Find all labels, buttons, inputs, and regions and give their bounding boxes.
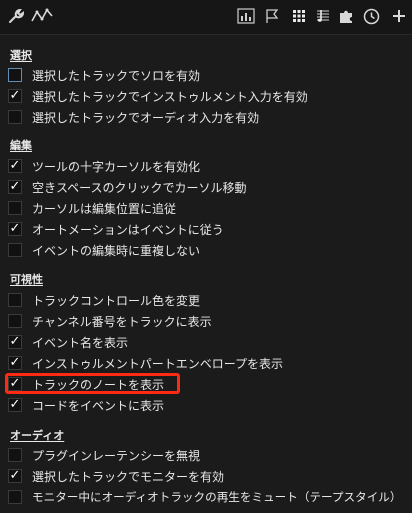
- checkbox[interactable]: [8, 448, 22, 462]
- checkmark-icon: ✓: [9, 158, 21, 173]
- option-label: 選択したトラックでオーディオ入力を有効: [32, 110, 260, 125]
- clock-icon[interactable]: [361, 6, 381, 26]
- option-label: 選択したトラックでモニターを有効: [32, 469, 225, 484]
- checkbox[interactable]: [8, 293, 22, 307]
- checkbox[interactable]: [8, 243, 22, 257]
- section-header-selection: 選択: [10, 49, 32, 62]
- option-label: トラックコントロール色を変更: [32, 293, 201, 308]
- option-instrument-part-envelope[interactable]: ✓ インストゥルメントパートエンベロープを表示: [8, 353, 408, 373]
- curve-icon[interactable]: [30, 6, 54, 26]
- plus-icon[interactable]: [389, 6, 409, 26]
- option-channel-number[interactable]: チャンネル番号をトラックに表示: [8, 311, 408, 331]
- checkbox[interactable]: ✓: [8, 469, 22, 483]
- option-label: モニター中にオーディオトラックの再生をミュート（テープスタイル）: [32, 490, 402, 504]
- option-show-track-notes[interactable]: ✓ トラックのノートを表示: [8, 374, 408, 394]
- wrench-icon[interactable]: [6, 6, 26, 26]
- option-label: インストゥルメントパートエンベロープを表示: [32, 356, 284, 371]
- checkbox[interactable]: [8, 68, 22, 82]
- option-label: ツールの十字カーソルを有効化: [32, 159, 201, 174]
- checkmark-icon: ✓: [9, 376, 21, 391]
- checkbox[interactable]: ✓: [8, 222, 22, 236]
- checkbox[interactable]: ✓: [8, 89, 22, 103]
- option-ignore-plugin-latency[interactable]: プラグインレーテンシーを無視: [8, 445, 408, 465]
- checkbox[interactable]: [8, 110, 22, 124]
- grid-icon[interactable]: [289, 6, 309, 26]
- checkmark-icon: ✓: [9, 221, 21, 236]
- option-label: トラックのノートを表示: [32, 377, 165, 392]
- option-no-overlap-edit[interactable]: イベントの編集時に重複しない: [8, 240, 408, 260]
- option-label: イベント名を表示: [32, 335, 129, 350]
- checkmark-icon: ✓: [9, 397, 21, 412]
- option-crosshair-cursor[interactable]: ✓ ツールの十字カーソルを有効化: [8, 156, 408, 176]
- checkbox[interactable]: ✓: [8, 398, 22, 412]
- checkmark-icon: ✓: [9, 179, 21, 194]
- score-icon[interactable]: [313, 6, 333, 26]
- checkbox[interactable]: [8, 314, 22, 328]
- option-audio-input[interactable]: 選択したトラックでオーディオ入力を有効: [8, 107, 408, 127]
- option-label: 空きスペースのクリックでカーソル移動: [32, 180, 247, 195]
- checkbox[interactable]: ✓: [8, 159, 22, 173]
- option-label: コードをイベントに表示: [32, 398, 165, 413]
- checkbox[interactable]: [8, 201, 22, 215]
- option-label: プラグインレーテンシーを無視: [32, 448, 201, 463]
- flag-icon[interactable]: [262, 6, 282, 26]
- option-cursor-follows-edit[interactable]: カーソルは編集位置に追従: [8, 198, 408, 218]
- checkbox[interactable]: ✓: [8, 335, 22, 349]
- puzzle-icon[interactable]: [336, 6, 356, 26]
- option-track-control-color[interactable]: トラックコントロール色を変更: [8, 290, 408, 310]
- option-chords-on-events[interactable]: ✓ コードをイベントに表示: [8, 395, 408, 415]
- option-solo-on-selected-track[interactable]: 選択したトラックでソロを有効: [8, 65, 408, 85]
- option-monitor-selected-track[interactable]: ✓ 選択したトラックでモニターを有効: [8, 466, 408, 486]
- checkbox[interactable]: ✓: [8, 377, 22, 391]
- checkmark-icon: ✓: [9, 355, 21, 370]
- checkmark-icon: ✓: [9, 334, 21, 349]
- section-header-editing: 編集: [10, 139, 32, 152]
- option-label: チャンネル番号をトラックに表示: [32, 314, 212, 329]
- checkbox[interactable]: [8, 490, 22, 504]
- section-header-audio: オーディオ: [10, 429, 65, 442]
- option-click-moves-cursor[interactable]: ✓ 空きスペースのクリックでカーソル移動: [8, 177, 408, 197]
- option-label: オートメーションはイベントに従う: [32, 222, 224, 237]
- option-label: イベントの編集時に重複しない: [32, 243, 201, 258]
- option-label: カーソルは編集位置に追従: [32, 201, 177, 216]
- section-header-visibility: 可視性: [10, 273, 43, 286]
- settings-panel: 選択 選択したトラックでソロを有効 ✓ 選択したトラックでインストゥルメント入力…: [0, 35, 412, 513]
- option-tape-style-mute[interactable]: モニター中にオーディオトラックの再生をミュート（テープスタイル）: [8, 487, 408, 507]
- option-instrument-input[interactable]: ✓ 選択したトラックでインストゥルメント入力を有効: [8, 86, 408, 106]
- checkbox[interactable]: ✓: [8, 356, 22, 370]
- option-automation-follows-events[interactable]: ✓ オートメーションはイベントに従う: [8, 219, 408, 239]
- checkmark-icon: ✓: [9, 468, 21, 483]
- checkmark-icon: ✓: [9, 88, 21, 103]
- option-label: 選択したトラックでインストゥルメント入力を有効: [32, 89, 308, 104]
- option-show-event-names[interactable]: ✓ イベント名を表示: [8, 332, 408, 352]
- option-label: 選択したトラックでソロを有効: [32, 68, 201, 83]
- bar-chart-icon[interactable]: [236, 6, 256, 26]
- toolbar: [0, 0, 412, 35]
- checkbox[interactable]: ✓: [8, 180, 22, 194]
